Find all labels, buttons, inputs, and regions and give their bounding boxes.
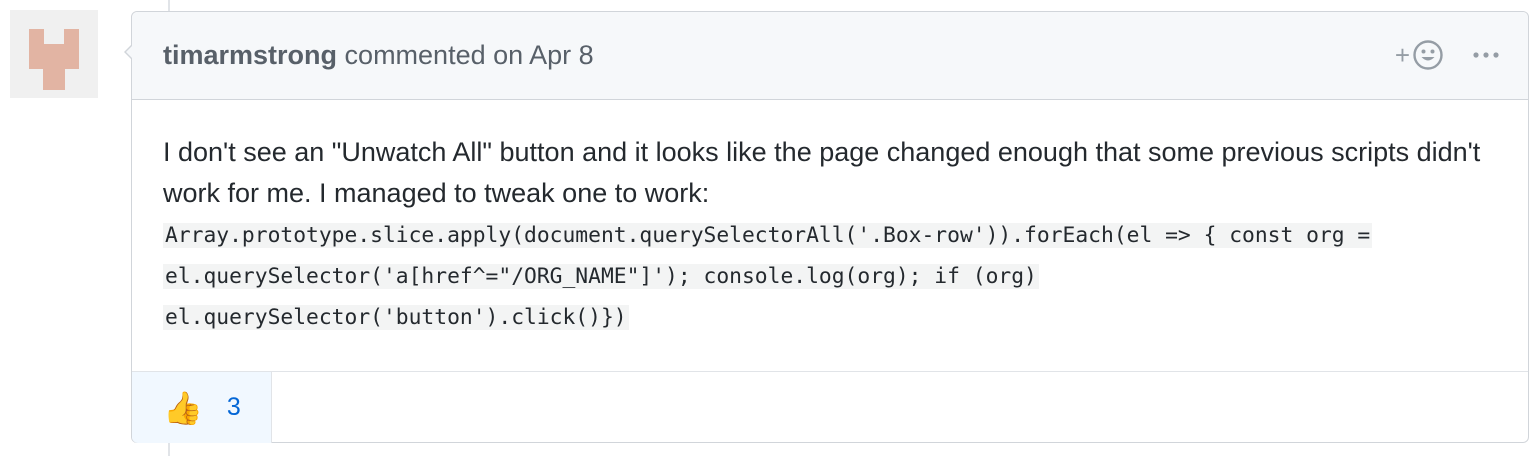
comment-meta: timarmstrong commented on Apr 8	[163, 38, 594, 72]
code-snippet: Array.prototype.slice.apply(document.que…	[163, 215, 1503, 338]
comment-box: timarmstrong commented on Apr 8 + I don'…	[124, 11, 1529, 443]
thumbs-up-reaction-button[interactable]: 👍 3	[132, 372, 272, 443]
comment-action-text: commented on Apr 8	[344, 40, 594, 70]
identicon-avatar	[10, 10, 98, 98]
comment-header: timarmstrong commented on Apr 8 +	[132, 12, 1528, 100]
plus-icon: +	[1394, 40, 1410, 70]
comment-text: I don't see an "Unwatch All" button and …	[163, 137, 1481, 208]
smiley-icon	[1413, 40, 1443, 70]
code-text: Array.prototype.slice.apply(document.que…	[163, 223, 1373, 330]
more-options-button[interactable]	[1472, 51, 1500, 59]
add-reaction-button[interactable]: +	[1395, 39, 1444, 71]
comment-body: I don't see an "Unwatch All" button and …	[163, 132, 1503, 338]
kebab-horizontal-icon	[1473, 52, 1499, 58]
header-actions: +	[1395, 38, 1500, 72]
author-link[interactable]: timarmstrong	[163, 40, 337, 70]
avatar[interactable]	[10, 10, 98, 98]
reaction-count: 3	[226, 393, 241, 421]
thumbs-up-icon: 👍	[163, 389, 203, 426]
reactions-bar: 👍 3	[132, 371, 1528, 443]
